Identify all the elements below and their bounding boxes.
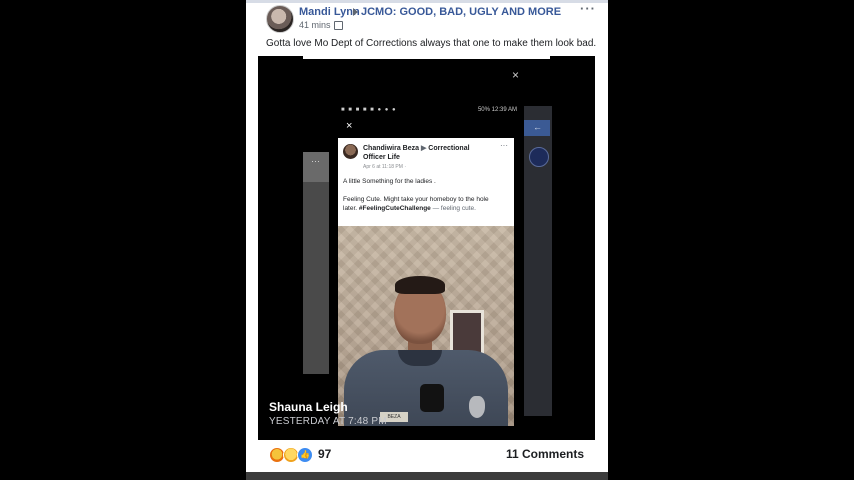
phone-screenshot: ■ ■ ■ ■ ■ ● ● ● 50% 12:39 AM × Chandiwir… xyxy=(338,102,519,426)
shared-media[interactable]: × ··· ← ■ ■ ■ ■ ■ ● ● ● 50% 12:39 AM × C… xyxy=(258,56,595,472)
background-screenshot-left xyxy=(303,152,329,374)
reaction-count[interactable]: 97 xyxy=(318,447,331,461)
embedded-text-line-3: later. #FeelingCuteChallenge — feeling c… xyxy=(343,205,476,212)
bottom-strip xyxy=(246,472,608,480)
like-icon[interactable]: 👍 xyxy=(297,447,313,463)
background-avatar xyxy=(529,147,549,167)
background-more-icon: ··· xyxy=(311,156,320,166)
post: Mandi Lynn JCMO: GOOD, BAD, UGLY AND MOR… xyxy=(246,0,608,480)
back-arrow-icon: ← xyxy=(533,122,542,132)
author-name[interactable]: Mandi Lynn xyxy=(299,6,360,18)
triangle-right-icon xyxy=(353,8,358,16)
embedded-author: Chandiwira Beza ▶ Correctional Officer L… xyxy=(363,144,493,162)
phone-status-icons: ■ ■ ■ ■ ■ ● ● ● xyxy=(341,107,397,113)
embedded-author-name: Chandiwira Beza xyxy=(363,145,420,152)
more-options-icon[interactable]: ··· xyxy=(580,1,596,16)
shared-time: YESTERDAY AT 7:48 PM xyxy=(269,416,387,427)
embedded-text-line-2: Feeling Cute. Might take your homeboy to… xyxy=(343,196,489,203)
phone-status-right: 50% 12:39 AM xyxy=(477,107,517,113)
embedded-feeling: — feeling cute. xyxy=(430,205,476,212)
embedded-avatar xyxy=(343,144,358,159)
radio xyxy=(420,384,444,412)
top-divider xyxy=(246,0,608,3)
embedded-hashtag: #FeelingCuteChallenge xyxy=(358,205,431,212)
media-divider xyxy=(303,56,550,59)
author-avatar[interactable] xyxy=(266,5,294,33)
post-card: Mandi Lynn JCMO: GOOD, BAD, UGLY AND MOR… xyxy=(246,0,608,480)
hair xyxy=(395,276,445,294)
comments-link[interactable]: 11 Comments xyxy=(506,447,584,461)
embedded-text-line-1: A little Something for the ladies . xyxy=(343,178,436,185)
post-time[interactable]: 41 mins · xyxy=(299,20,336,30)
embedded-time: Apr 6 at 11:18 PM · xyxy=(363,164,406,170)
shared-by-name[interactable]: Shauna Leigh xyxy=(269,400,348,414)
badge xyxy=(469,396,485,418)
media-close-icon[interactable]: × xyxy=(512,68,519,82)
embedded-text-prefix: later. xyxy=(343,205,359,212)
group-name[interactable]: JCMO: GOOD, BAD, UGLY AND MORE xyxy=(361,6,561,18)
officer-photo: BEZA xyxy=(338,226,514,426)
phone-close-icon: × xyxy=(346,120,353,132)
post-status-text: Gotta love Mo Dept of Corrections always… xyxy=(266,38,597,49)
embedded-more-icon: ··· xyxy=(500,141,508,150)
group-icon xyxy=(334,21,343,30)
embedded-fb-post: Chandiwira Beza ▶ Correctional Officer L… xyxy=(338,138,514,226)
